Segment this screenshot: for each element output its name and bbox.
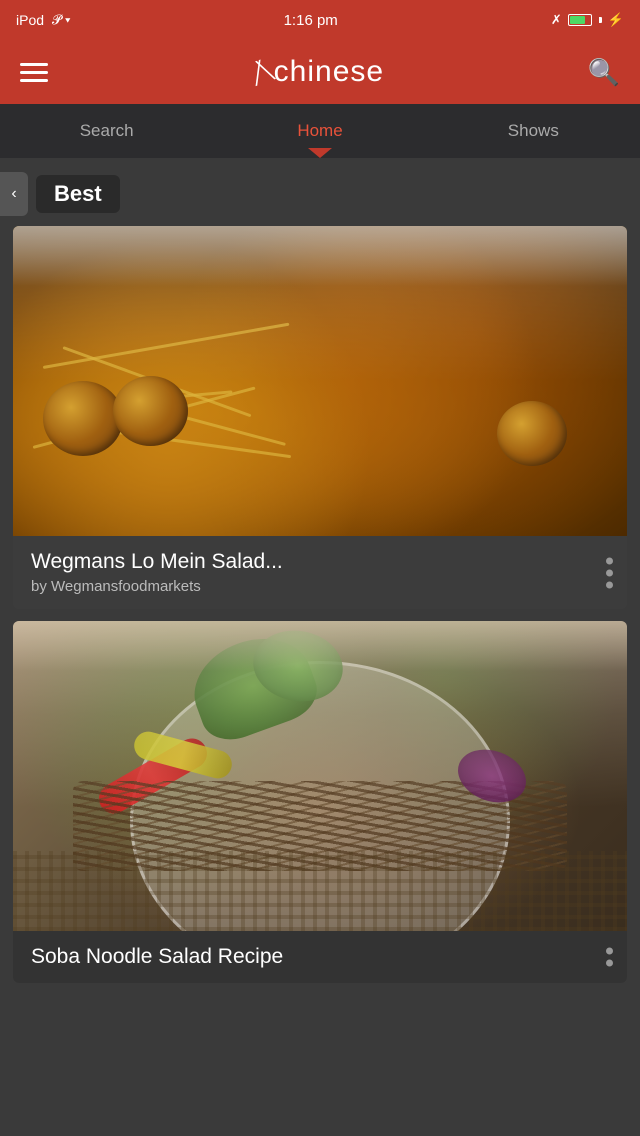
tab-navigation: Search Home Shows bbox=[0, 104, 640, 158]
charging-icon: ⚡ bbox=[608, 12, 624, 28]
back-button[interactable]: ‹ bbox=[0, 172, 28, 216]
recipe-image bbox=[13, 226, 627, 536]
bluetooth-icon: ✗ bbox=[551, 12, 562, 28]
recipe-subtitle: by Wegmansfoodmarkets bbox=[31, 578, 577, 595]
noodle-overlay bbox=[13, 226, 627, 536]
soba-noodle-image bbox=[13, 621, 627, 931]
search-button[interactable]: 🔍 bbox=[588, 57, 620, 88]
recipe-menu-button-2[interactable] bbox=[606, 948, 613, 967]
app-header: ╱╲ chinese 🔍 bbox=[0, 40, 640, 104]
battery-tip bbox=[599, 17, 602, 23]
recipe-title: Wegmans Lo Mein Salad... bbox=[31, 550, 577, 574]
status-right: ✗ ⚡ bbox=[551, 12, 624, 28]
wifi-icon: 𝓟 ▾ bbox=[52, 12, 70, 28]
battery-icon bbox=[568, 14, 592, 26]
recipe-menu-button[interactable] bbox=[606, 557, 613, 588]
status-time: 1:16 pm bbox=[284, 12, 338, 29]
recipe-title-2: Soba Noodle Salad Recipe bbox=[31, 945, 577, 969]
lo-mein-image bbox=[13, 226, 627, 536]
tab-home[interactable]: Home bbox=[213, 104, 426, 158]
recipe-image-2 bbox=[13, 621, 627, 931]
section-label: Best bbox=[36, 175, 120, 213]
menu-button[interactable] bbox=[20, 63, 48, 82]
status-bar: iPod 𝓟 ▾ 1:16 pm ✗ ⚡ bbox=[0, 0, 640, 40]
chopsticks-icon: ╱╲ bbox=[248, 58, 272, 87]
status-left: iPod 𝓟 ▾ bbox=[16, 12, 70, 28]
app-title: ╱╲ chinese bbox=[252, 55, 385, 89]
recipe-card-partial[interactable]: Soba Noodle Salad Recipe bbox=[13, 621, 627, 983]
device-label: iPod bbox=[16, 12, 44, 28]
tab-search[interactable]: Search bbox=[0, 104, 213, 158]
app-title-text: chinese bbox=[274, 55, 384, 89]
section-header: ‹ Best bbox=[0, 158, 640, 226]
recipe-info: Wegmans Lo Mein Salad... by Wegmansfoodm… bbox=[13, 536, 627, 609]
content-area: ‹ Best bbox=[0, 158, 640, 983]
recipe-info-2: Soba Noodle Salad Recipe bbox=[13, 931, 627, 983]
tab-shows[interactable]: Shows bbox=[427, 104, 640, 158]
recipe-card[interactable]: Wegmans Lo Mein Salad... by Wegmansfoodm… bbox=[13, 226, 627, 609]
